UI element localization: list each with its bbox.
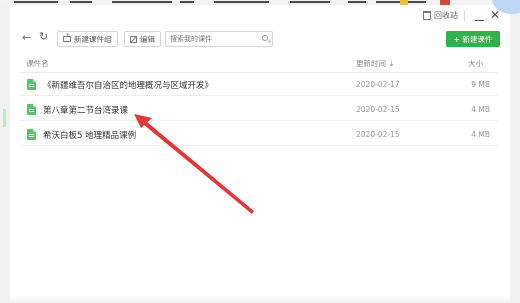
column-header-size[interactable]: 大小 bbox=[468, 58, 483, 69]
table-row[interactable]: 《新疆维吾尔自治区的地理概况与区域开发》 2020-02-17 9 MB bbox=[20, 74, 498, 96]
close-button[interactable]: ✕ bbox=[490, 9, 500, 21]
new-course-button[interactable]: + 新建课件 bbox=[446, 31, 500, 47]
table-row[interactable]: 希沃白板5 地理精品课例 2020-02-15 4 MB bbox=[20, 124, 498, 146]
minimize-button[interactable] bbox=[475, 13, 484, 21]
new-folder-label: 新建课件组 bbox=[74, 34, 112, 44]
edit-icon bbox=[130, 35, 137, 43]
file-date: 2020-02-17 bbox=[356, 80, 400, 89]
trash-icon bbox=[423, 11, 431, 20]
edit-label: 编辑 bbox=[140, 34, 155, 44]
window-title-bar: 回收站 ✕ bbox=[10, 9, 510, 25]
column-header-name[interactable]: 课件名 bbox=[26, 58, 49, 69]
title-divider bbox=[464, 11, 465, 21]
top-strip bbox=[0, 0, 520, 5]
table-row[interactable]: 第八章第二节台湾录课 2020-02-15 4 MB bbox=[20, 99, 498, 121]
back-arrow-icon[interactable]: ← bbox=[22, 31, 31, 44]
file-size: 9 MB bbox=[471, 80, 490, 89]
recycle-bin-label: 回收站 bbox=[434, 11, 458, 20]
search-icon[interactable] bbox=[262, 35, 268, 41]
file-icon bbox=[27, 129, 36, 140]
new-folder-button[interactable]: 新建课件组 bbox=[57, 31, 118, 47]
recycle-bin-button[interactable]: 回收站 bbox=[423, 10, 458, 21]
file-name: 《新疆维吾尔自治区的地理概况与区域开发》 bbox=[43, 81, 214, 91]
file-date: 2020-02-15 bbox=[356, 105, 400, 114]
bottom-edge bbox=[10, 295, 510, 303]
folder-add-icon bbox=[63, 32, 71, 42]
file-size: 4 MB bbox=[471, 130, 490, 139]
search-input[interactable] bbox=[165, 31, 273, 47]
column-header-date[interactable]: 更新时间 ⇣ bbox=[356, 58, 395, 69]
edit-button[interactable]: 编辑 bbox=[124, 31, 161, 47]
file-size: 4 MB bbox=[471, 105, 490, 114]
toolbar: ← ↻ 新建课件组 编辑 + 新建课件 bbox=[22, 30, 500, 48]
refresh-icon[interactable]: ↻ bbox=[39, 30, 48, 43]
left-edge bbox=[0, 5, 10, 303]
header-divider bbox=[20, 72, 498, 73]
file-date: 2020-02-15 bbox=[356, 130, 400, 139]
table-header: 课件名 更新时间 ⇣ 大小 bbox=[26, 58, 500, 70]
right-edge bbox=[510, 5, 520, 303]
file-icon bbox=[27, 104, 36, 115]
file-name: 希沃白板5 地理精品课例 bbox=[43, 131, 137, 141]
file-name: 第八章第二节台湾录课 bbox=[43, 106, 129, 116]
file-icon bbox=[27, 79, 36, 90]
